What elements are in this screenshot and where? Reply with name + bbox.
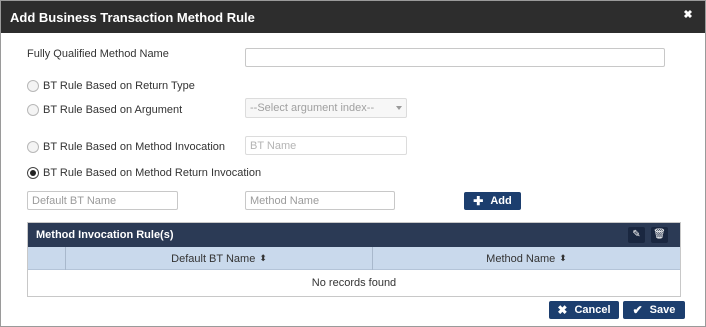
method-invocation-rules-grid: Method Invocation Rule(s) ✎ 🗑 Default BT… xyxy=(27,222,681,297)
column-default-bt-name-label: Default BT Name xyxy=(171,252,256,265)
no-records-message: No records found xyxy=(311,277,397,289)
argument-index-select-value: --Select argument index-- xyxy=(250,102,375,114)
times-icon: ✖ xyxy=(557,303,568,317)
dialog-title: Add Business Transaction Method Rule xyxy=(10,10,255,25)
check-icon: ✔ xyxy=(632,303,643,317)
trash-icon[interactable]: 🗑 xyxy=(651,227,668,243)
argument-index-select[interactable]: --Select argument index-- xyxy=(245,98,407,118)
method-name-input[interactable] xyxy=(245,191,395,210)
chevron-down-icon xyxy=(396,106,402,110)
fqmn-label: Fully Qualified Method Name xyxy=(27,48,169,60)
radio-argument-label: BT Rule Based on Argument xyxy=(43,104,183,116)
sort-icon: ⬍ xyxy=(259,253,267,263)
column-select xyxy=(28,247,66,270)
plus-icon: ✚ xyxy=(473,194,484,208)
dialog-titlebar: Add Business Transaction Method Rule ✖ xyxy=(1,1,705,33)
sort-icon: ⬍ xyxy=(559,253,567,263)
add-button-label: Add xyxy=(490,195,512,207)
grid-title: Method Invocation Rule(s) xyxy=(36,229,174,241)
fqmn-input[interactable] xyxy=(245,48,665,67)
radio-method-invocation[interactable] xyxy=(27,141,39,153)
cancel-button-label: Cancel xyxy=(574,304,611,316)
grid-column-header-row: Default BT Name ⬍ Method Name ⬍ xyxy=(28,247,680,270)
cancel-button[interactable]: ✖ Cancel xyxy=(549,301,619,319)
bt-name-input[interactable] xyxy=(245,136,407,155)
save-button[interactable]: ✔ Save xyxy=(623,301,685,319)
radio-return-type[interactable] xyxy=(27,80,39,92)
column-method-name-label: Method Name xyxy=(486,252,556,265)
radio-method-return-invocation[interactable] xyxy=(27,167,39,179)
column-default-bt-name[interactable]: Default BT Name ⬍ xyxy=(66,247,373,270)
radio-return-type-label: BT Rule Based on Return Type xyxy=(43,80,195,92)
radio-argument[interactable] xyxy=(27,104,39,116)
radio-method-invocation-label: BT Rule Based on Method Invocation xyxy=(43,141,226,153)
close-icon[interactable]: ✖ xyxy=(683,10,693,21)
default-bt-name-input[interactable] xyxy=(27,191,178,210)
pencil-icon[interactable]: ✎ xyxy=(628,227,645,243)
save-button-label: Save xyxy=(649,304,676,316)
add-button[interactable]: ✚ Add xyxy=(464,192,521,210)
add-bt-method-rule-dialog: Add Business Transaction Method Rule ✖ F… xyxy=(0,0,706,327)
column-method-name[interactable]: Method Name ⬍ xyxy=(373,247,680,270)
grid-header: Method Invocation Rule(s) ✎ 🗑 xyxy=(28,223,680,247)
radio-method-return-invocation-label: BT Rule Based on Method Return Invocatio… xyxy=(43,167,262,179)
